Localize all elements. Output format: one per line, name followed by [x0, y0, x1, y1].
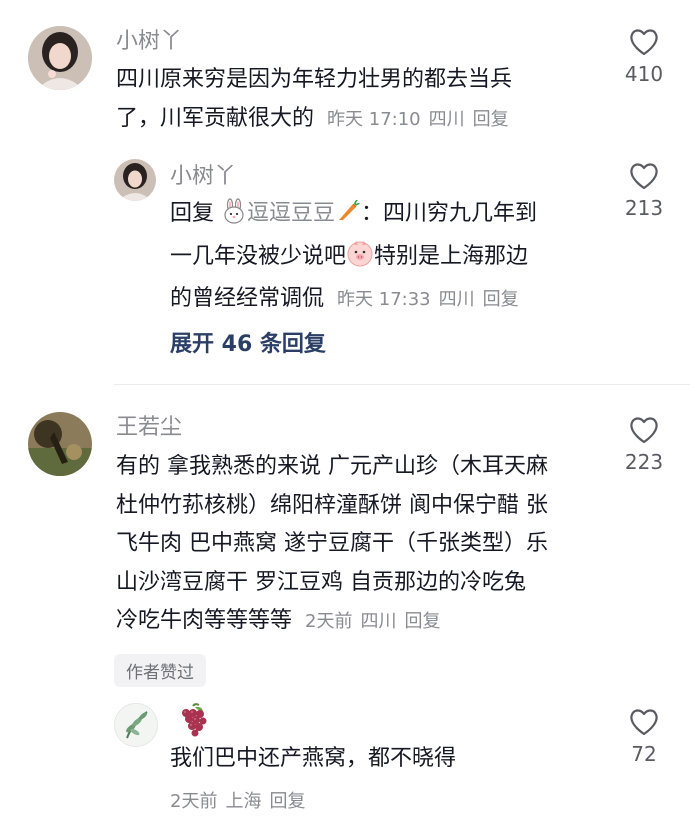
- reply-button[interactable]: 回复: [483, 289, 519, 310]
- like-button[interactable]: 410: [614, 28, 674, 86]
- heart-icon: [630, 163, 658, 190]
- comment-line: 有的 拿我熟悉的来说 广元产山珍（木耳天麻: [116, 454, 548, 479]
- like-button[interactable]: 213: [614, 162, 674, 220]
- like-count: 410: [624, 62, 664, 86]
- username[interactable]: 王若尘: [116, 414, 182, 442]
- location: 四川: [360, 611, 397, 632]
- comment-line: 四川原来穷是因为年轻力壮男的都去当兵: [116, 67, 513, 92]
- like-button[interactable]: 223: [614, 416, 674, 474]
- comment-line: 山沙湾豆腐干 罗江豆鸡 自贡那边的冷吃兔: [116, 569, 526, 595]
- timestamp: 2天前: [170, 791, 218, 812]
- reply-line: 的曾经经常调侃 昨天 17:33 四川 回复: [170, 280, 610, 320]
- like-count: 213: [624, 196, 664, 220]
- username[interactable]: 小树丫: [116, 28, 182, 56]
- avatar[interactable]: [28, 412, 92, 476]
- like-button[interactable]: 72: [614, 708, 674, 766]
- reply-button[interactable]: 回复: [404, 611, 440, 632]
- username[interactable]: 小树丫: [170, 163, 236, 191]
- reply-line: 一几年没被少说吧 特别是上海那边: [170, 238, 610, 281]
- avatar[interactable]: [114, 703, 158, 747]
- reply-text: 回复 逗逗豆豆 ：四川穷九几年到 一几年没被少说吧 特别是上海那边 的曾经经常调…: [170, 195, 610, 320]
- avatar[interactable]: [114, 159, 156, 201]
- pig-face-icon: [346, 239, 374, 281]
- reply-meta: 昨天 17:33 四川 回复: [337, 289, 527, 310]
- author-liked-badge: 作者赞过: [114, 654, 206, 687]
- heart-icon: [630, 29, 658, 56]
- comment-line: 了，川军贡献很大的 昨天 17:10 四川 回复: [116, 100, 616, 140]
- mention-link[interactable]: 逗逗豆豆: [247, 201, 335, 226]
- avatar[interactable]: [28, 26, 92, 90]
- comment-meta: 昨天 17:10 四川 回复: [327, 109, 517, 130]
- carrot-icon: [335, 198, 361, 238]
- comment-line: 冷吃牛肉等等等等 2天前 四川 回复: [116, 602, 616, 642]
- comment-text: 有的 拿我熟悉的来说 广元产山珍（木耳天麻 杜仲竹荪核桃）绵阳梓潼酥饼 阆中保宁…: [116, 448, 616, 642]
- comment-line: 杜仲竹荪核桃）绵阳梓潼酥饼 阆中保宁醋 张: [116, 492, 548, 518]
- heart-icon: [630, 709, 658, 736]
- timestamp: 昨天 17:33: [337, 289, 431, 310]
- reply-line: 回复 逗逗豆豆 ：四川穷九几年到: [170, 195, 610, 238]
- timestamp: 昨天 17:10: [327, 108, 421, 130]
- expand-replies-button[interactable]: 展开 46 条回复: [170, 326, 326, 358]
- like-count: 223: [624, 450, 664, 474]
- location: 上海: [225, 791, 262, 812]
- comment-text: 四川原来穷是因为年轻力壮男的都去当兵 了，川军贡献很大的 昨天 17:10 四川回…: [116, 61, 616, 139]
- divider: [114, 384, 690, 385]
- reply-text: 我们巴中还产燕窝，都不晓得: [170, 746, 457, 771]
- like-count: 72: [631, 742, 657, 766]
- grape-icon[interactable]: [176, 703, 210, 741]
- reply-button[interactable]: 回复: [473, 109, 509, 130]
- location: 四川: [438, 289, 475, 310]
- heart-icon: [630, 417, 658, 444]
- rabbit-icon: [221, 198, 247, 238]
- comment-line: 飞牛肉 巴中燕窝 遂宁豆腐干（千张类型）乐: [116, 531, 548, 556]
- reply-button[interactable]: 回复: [269, 791, 305, 812]
- timestamp: 2天前: [305, 611, 353, 632]
- location: 四川: [428, 108, 465, 130]
- comment-meta: 2天前 四川 回复: [305, 611, 448, 632]
- reply-meta: 2天前 上海 回复: [170, 787, 313, 813]
